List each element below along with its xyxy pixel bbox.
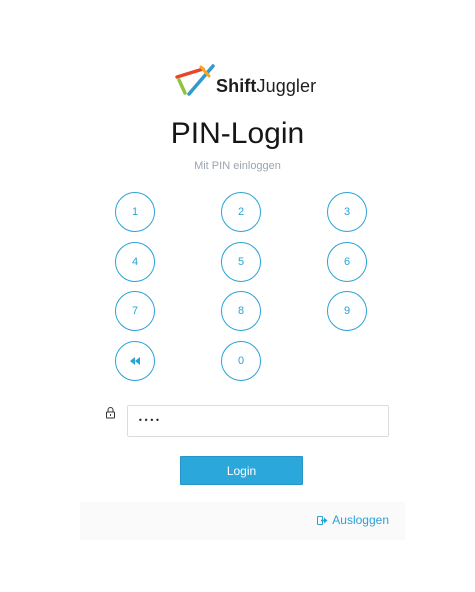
key-1[interactable]: 1 [115, 192, 155, 232]
key-9[interactable]: 9 [327, 291, 367, 331]
pin-input[interactable]: •••• [127, 405, 389, 437]
logo: ShiftJuggler [0, 56, 475, 106]
footer-bar: Ausloggen [80, 502, 405, 540]
logout-label: Ausloggen [332, 513, 389, 527]
shiftjuggler-logo-icon [175, 64, 215, 96]
login-button[interactable]: Login [180, 456, 303, 485]
key-2[interactable]: 2 [221, 192, 261, 232]
key-8[interactable]: 8 [221, 291, 261, 331]
double-chevron-left-icon [130, 357, 140, 365]
key-5[interactable]: 5 [221, 242, 261, 282]
sign-out-icon [317, 515, 328, 525]
logout-link[interactable]: Ausloggen [317, 513, 389, 527]
key-6[interactable]: 6 [327, 242, 367, 282]
page-subtitle: Mit PIN einloggen [194, 160, 281, 172]
key-0[interactable]: 0 [221, 341, 261, 381]
lock-icon [106, 407, 115, 419]
page-title: PIN-Login [170, 117, 305, 150]
key-4[interactable]: 4 [115, 242, 155, 282]
brand-name: ShiftJuggler [216, 76, 317, 96]
pin-login-page: ShiftJuggler PIN-Login Mit PIN einloggen… [0, 0, 475, 592]
backspace-key[interactable] [115, 341, 155, 381]
key-7[interactable]: 7 [115, 291, 155, 331]
key-3[interactable]: 3 [327, 192, 367, 232]
